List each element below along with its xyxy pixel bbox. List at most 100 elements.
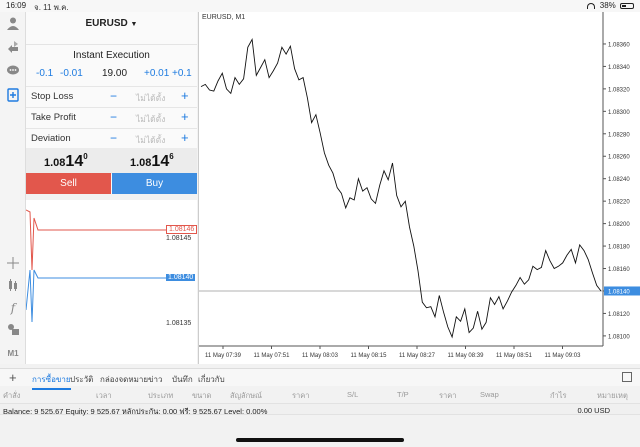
current-price-tag: 1.08140	[608, 289, 630, 295]
volume-row: -0.1 -0.01 19.00 +0.01 +0.1	[26, 68, 197, 82]
tab-history[interactable]: ประวัติ	[70, 373, 93, 386]
y-tick-label: 1.08240	[608, 177, 630, 183]
mini-level-low: 1.08135	[166, 320, 192, 327]
volume-value[interactable]: 19.00	[102, 68, 127, 79]
y-tick-label: 1.08200	[608, 222, 630, 228]
col-sl: S/L	[347, 390, 359, 399]
col-order: คำสั่ง	[3, 391, 21, 400]
stop-loss-input[interactable]: ไม่ได้ตั้ง	[136, 91, 165, 105]
col-price: ราคา	[292, 391, 310, 400]
chevron-down-icon: ▼	[130, 21, 138, 28]
x-tick-label: 11 May 08:15	[351, 353, 388, 359]
status-time: 16:09	[6, 1, 27, 10]
home-indicator	[236, 438, 404, 442]
y-tick-label: 1.08260	[608, 155, 630, 161]
x-tick-label: 11 May 08:27	[399, 353, 436, 359]
take-profit-minus-button[interactable]: −	[110, 110, 117, 124]
volume-plus-big[interactable]: +0.1	[172, 68, 192, 79]
trade-arrows-icon[interactable]	[5, 40, 21, 56]
symbol-selector[interactable]: EURUSD ▼	[26, 18, 197, 29]
col-profit: กำไร	[550, 391, 567, 400]
col-type: ประเภท	[148, 391, 174, 400]
x-tick-label: 11 May 08:51	[496, 353, 533, 359]
ask-quote: 1.08146	[130, 152, 174, 170]
x-tick-label: 11 May 08:39	[448, 353, 485, 359]
left-toolbar: f M1	[0, 12, 26, 364]
stop-loss-row: Stop Loss − ไม่ได้ตั้ง +	[26, 86, 197, 104]
col-current-price: ราคา	[439, 391, 457, 400]
take-profit-input[interactable]: ไม่ได้ตั้ง	[136, 112, 165, 126]
order-panel: EURUSD ▼ Instant Execution -0.1 -0.01 19…	[26, 12, 197, 194]
col-swap: Swap	[480, 390, 499, 399]
tab-about[interactable]: เกี่ยวกับ	[198, 373, 225, 386]
status-right: 38%	[586, 1, 634, 10]
y-tick-label: 1.08300	[608, 110, 630, 116]
function-icon[interactable]: f	[5, 300, 21, 316]
wifi-icon	[586, 2, 595, 9]
ask-line	[26, 209, 166, 271]
col-symbol: สัญลักษณ์	[230, 391, 263, 400]
col-comment: หมายเหตุ	[597, 391, 628, 400]
x-tick-label: 11 May 07:51	[254, 353, 291, 359]
volume-minus-big[interactable]: -0.1	[36, 68, 53, 79]
battery-icon	[620, 2, 634, 9]
account-icon[interactable]	[5, 16, 21, 32]
take-profit-row: Take Profit − ไม่ได้ตั้ง +	[26, 107, 197, 125]
tab-news[interactable]: ข่าว	[148, 373, 162, 386]
col-size: ขนาด	[192, 391, 212, 400]
y-tick-label: 1.08120	[608, 312, 630, 318]
bid-quote: 1.08140	[44, 152, 88, 170]
price-chart[interactable]: EURUSD, M1 1.08360 1.08340 1.08320 1.08300 1…	[198, 12, 640, 364]
indicators-icon[interactable]	[5, 278, 21, 294]
ask-price-tag: 1.08146	[166, 225, 198, 234]
total-profit: 0.00 USD	[577, 406, 610, 415]
bottom-tabs: + การซื้อขาย ประวัติ กล่องจดหมาย ข่าว บั…	[0, 368, 640, 390]
y-tick-label: 1.08320	[608, 87, 630, 93]
deviation-plus-button[interactable]: +	[181, 130, 189, 145]
new-order-icon[interactable]	[5, 88, 21, 104]
objects-icon[interactable]	[5, 322, 21, 338]
mini-level-high: 1.08145	[166, 235, 192, 242]
x-tick-label: 11 May 07:39	[205, 353, 242, 359]
chat-icon[interactable]	[5, 64, 21, 80]
y-tick-label: 1.08360	[608, 42, 630, 48]
quote-row: 1.08140 1.08146	[26, 148, 197, 174]
deviation-minus-button[interactable]: −	[110, 131, 117, 145]
deviation-label: Deviation	[31, 133, 71, 144]
status-bar: 16:09 จ. 11 พ.ค. 38%	[0, 0, 640, 12]
deviation-row: Deviation − ไม่ได้ตั้ง +	[26, 128, 197, 146]
execution-type[interactable]: Instant Execution	[26, 44, 197, 61]
take-profit-plus-button[interactable]: +	[181, 109, 189, 124]
col-tp: T/P	[397, 390, 409, 399]
tick-chart: 1.08146 1.08145 1.08140 1.08135	[26, 200, 198, 364]
sell-button[interactable]: Sell	[26, 173, 111, 194]
volume-plus-small[interactable]: +0.01	[144, 68, 169, 79]
bid-price-tag: 1.08140	[166, 274, 196, 281]
volume-minus-small[interactable]: -0.01	[60, 68, 83, 79]
stop-loss-label: Stop Loss	[31, 91, 74, 102]
tab-journal[interactable]: บันทึก	[172, 373, 193, 386]
y-tick-label: 1.08100	[608, 334, 630, 340]
orders-table-header: คำสั่ง เวลา ประเภท ขนาด สัญลักษณ์ ราคา S…	[0, 388, 640, 402]
y-tick-label: 1.08220	[608, 200, 630, 206]
y-tick-label: 1.08180	[608, 245, 630, 251]
col-time: เวลา	[96, 391, 112, 400]
symbol-label: EURUSD	[85, 18, 128, 29]
deviation-input[interactable]: ไม่ได้ตั้ง	[136, 133, 165, 147]
battery-percent: 38%	[599, 1, 616, 10]
y-tick-label: 1.08280	[608, 132, 630, 138]
take-profit-label: Take Profit	[31, 112, 76, 123]
timeframe-icon[interactable]: M1	[5, 346, 21, 362]
x-tick-label: 11 May 09:03	[545, 353, 582, 359]
stop-loss-plus-button[interactable]: +	[181, 88, 189, 103]
buy-button[interactable]: Buy	[112, 173, 197, 194]
balance-text: Balance: 9 525.67 Equity: 9 525.67 หลักป…	[3, 407, 268, 416]
add-tab-button[interactable]: +	[9, 370, 17, 385]
crosshair-icon[interactable]	[5, 256, 21, 272]
price-series-line	[200, 38, 602, 339]
tab-mailbox[interactable]: กล่องจดหมาย	[100, 373, 148, 386]
stop-loss-minus-button[interactable]: −	[110, 89, 117, 103]
x-tick-label: 11 May 08:03	[302, 353, 339, 359]
expand-icon[interactable]	[622, 372, 632, 382]
chart-svg: 1.08360 1.08340 1.08320 1.08300 1.08280 1.082…	[199, 12, 640, 359]
